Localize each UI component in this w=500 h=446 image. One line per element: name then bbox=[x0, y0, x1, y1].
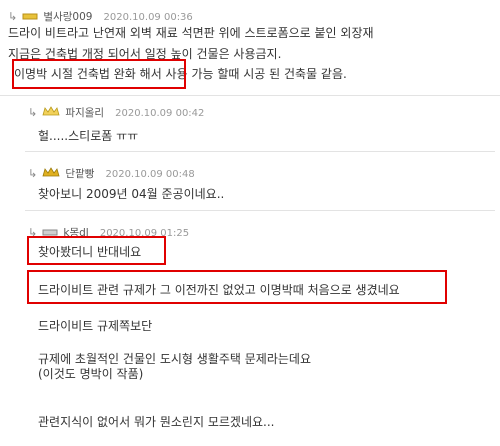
gold-bar-level-icon bbox=[22, 6, 38, 25]
comment-text-line: 찾아봤더니 반대네요 bbox=[38, 245, 142, 259]
comment-author[interactable]: k몽dl bbox=[63, 227, 88, 239]
gold-crown-level-icon bbox=[42, 163, 60, 182]
reply-arrow-icon: ↳ bbox=[28, 226, 38, 239]
comment-date: 2020.10.09 01:25 bbox=[99, 228, 190, 239]
comment-header: ↳ k몽dl 2020.10.09 01:25 bbox=[28, 221, 189, 241]
comment-date: 2020.10.09 00:48 bbox=[105, 169, 195, 180]
comment-author[interactable]: 별사랑009 bbox=[43, 11, 92, 23]
comment-text-line: 이명박 시절 건축법 완화 해서 사용 가능 할때 시공 된 건축물 같음. bbox=[14, 67, 347, 81]
comment-text-line: 관련지식이 없어서 뭐가 뭔소린지 모르겠네요... bbox=[38, 415, 275, 429]
comment-date: 2020.10.09 00:42 bbox=[115, 108, 205, 119]
gray-bar-level-icon bbox=[42, 222, 58, 241]
separator bbox=[0, 95, 500, 96]
comment-header: ↳ 별사랑009 2020.10.09 00:36 bbox=[8, 5, 193, 25]
comment-header: ↳ 단팥빵 2020.10.09 00:48 bbox=[28, 162, 195, 182]
separator bbox=[25, 210, 495, 211]
comment-author[interactable]: 파지올리 bbox=[65, 107, 104, 119]
comment-text-line: 찾아보니 2009년 04월 준공이네요.. bbox=[38, 187, 225, 201]
comment-text-line: 지금은 건축법 개정 되어서 일정 높이 건물은 사용금지. bbox=[8, 47, 282, 61]
separator bbox=[25, 151, 495, 152]
comment-date: 2020.10.09 00:36 bbox=[103, 12, 193, 23]
comment-text-line: (이것도 명박이 작품) bbox=[38, 367, 144, 381]
reply-arrow-icon: ↳ bbox=[28, 167, 38, 180]
comment-text-line: 드라이 비트라고 난연재 외벽 재료 석면판 위에 스트로폼으로 붙인 외장재 bbox=[8, 26, 374, 40]
comment-text-line: 드라이비트 규제쪽보단 bbox=[38, 319, 153, 333]
comment-text-line: 드라이비트 관련 규제가 그 이전까진 없었고 이명박때 처음으로 생겼네요 bbox=[38, 283, 400, 297]
reply-arrow-icon: ↳ bbox=[28, 106, 38, 119]
comment-text-line: 헐.....스티로폼 ㅠㅠ bbox=[38, 129, 139, 143]
comment-header: ↳ 파지올리 2020.10.09 00:42 bbox=[28, 101, 204, 121]
crown-level-icon bbox=[42, 102, 60, 121]
reply-arrow-icon: ↳ bbox=[8, 10, 18, 23]
comment-author[interactable]: 단팥빵 bbox=[65, 168, 94, 180]
